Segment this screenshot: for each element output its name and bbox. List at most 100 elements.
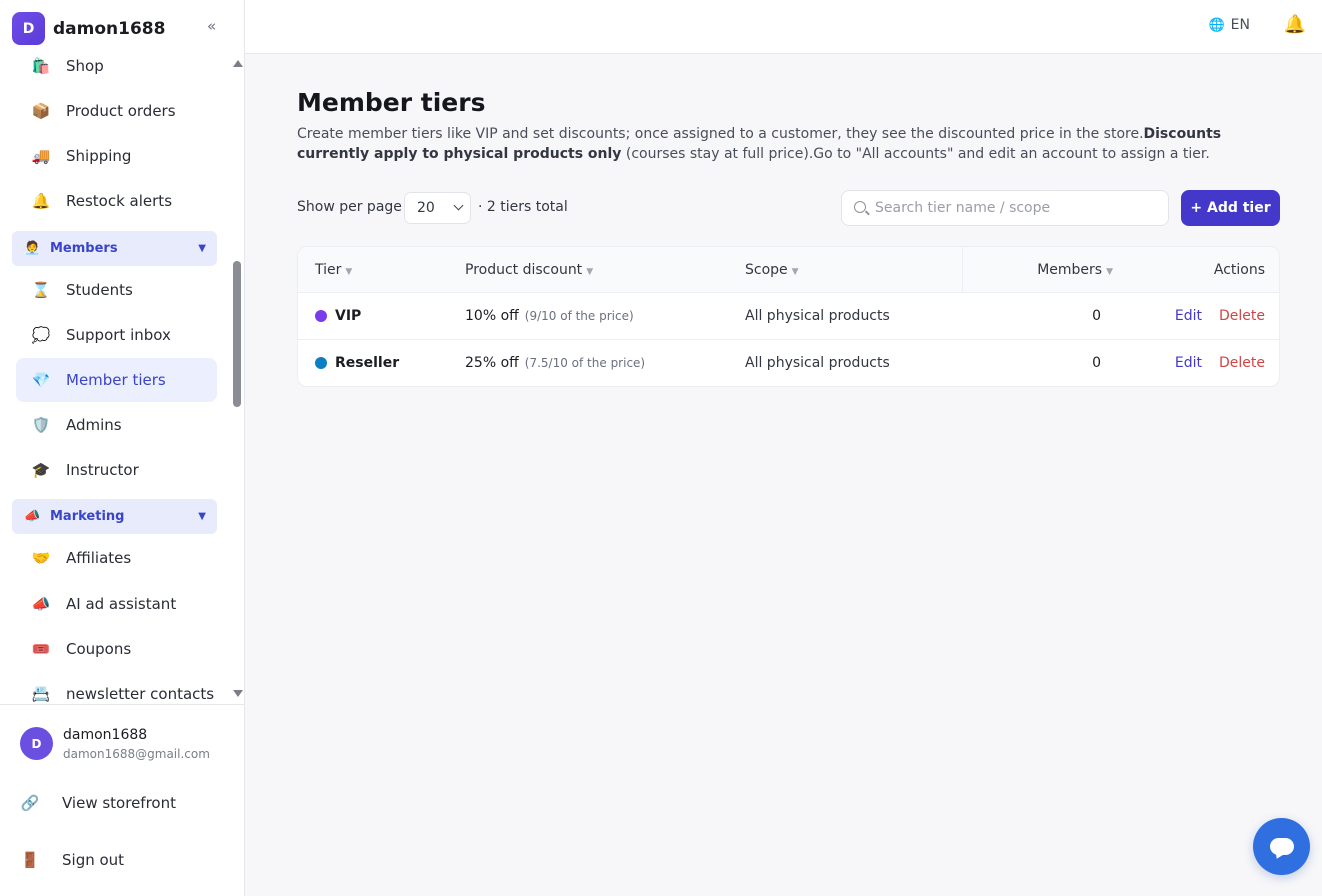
tiers-table: Tier ▼ Product discount ▼ Scope ▼ Members ▼ … bbox=[297, 246, 1280, 387]
sidebar-item-coupons[interactable]: 🎟️ Coupons bbox=[16, 627, 217, 671]
user-name: damon1688 bbox=[63, 727, 148, 743]
edit-button[interactable]: Edit bbox=[1175, 355, 1202, 371]
sort-icon: ▼ bbox=[345, 267, 353, 277]
sidebar-item-affiliates[interactable]: 🤝 Affiliates bbox=[16, 536, 217, 580]
column-header-discount[interactable]: Product discount ▼ bbox=[465, 262, 593, 278]
delete-button[interactable]: Delete bbox=[1219, 355, 1265, 371]
discount-note: (9/10 of the price) bbox=[524, 309, 634, 323]
globe-icon: 🌐 bbox=[1208, 17, 1225, 33]
notifications-bell-icon[interactable]: 🔔 bbox=[1284, 14, 1306, 35]
sidebar-item-newsletter-contacts[interactable]: 📇 newsletter contacts bbox=[16, 672, 217, 702]
gem-icon: 💎 bbox=[31, 371, 51, 389]
tier-scope: All physical products bbox=[745, 308, 890, 324]
sidebar-item-instructor[interactable]: 🎓 Instructor bbox=[16, 448, 217, 492]
chevron-down-icon bbox=[453, 200, 464, 211]
sidebar-item-label: Shop bbox=[66, 57, 104, 75]
megaphone-icon: 📣 bbox=[24, 509, 41, 524]
brand-name: damon1688 bbox=[53, 18, 166, 39]
table-row: VIP 10% off (9/10 of the price) All physi… bbox=[298, 293, 1279, 340]
table-row: Reseller 25% off (7.5/10 of the price) Al… bbox=[298, 340, 1279, 386]
sidebar-item-product-orders[interactable]: 📦 Product orders bbox=[16, 89, 217, 133]
sidebar-item-students[interactable]: ⌛ Students bbox=[16, 268, 217, 312]
footer-link-label: Sign out bbox=[62, 851, 125, 869]
column-header-actions: Actions bbox=[1213, 262, 1265, 278]
tier-scope: All physical products bbox=[745, 355, 890, 371]
ticket-icon: 🎟️ bbox=[31, 640, 51, 658]
sort-icon: ▼ bbox=[586, 267, 594, 277]
per-page-select[interactable]: 20 bbox=[404, 192, 471, 224]
shield-icon: 🛡️ bbox=[31, 416, 51, 434]
sidebar-item-label: AI ad assistant bbox=[66, 595, 177, 613]
tier-color-dot bbox=[315, 357, 327, 369]
column-header-scope[interactable]: Scope ▼ bbox=[745, 262, 799, 278]
tier-members-count: 0 bbox=[1092, 355, 1101, 371]
column-header-members[interactable]: Members ▼ bbox=[1037, 262, 1113, 278]
contacts-icon: 📇 bbox=[31, 685, 51, 702]
page-description: Create member tiers like VIP and set dis… bbox=[297, 124, 1280, 164]
sidebar-footer: D damon1688 damon1688@gmail.com 🔗 View s… bbox=[0, 704, 245, 896]
sidebar-item-label: Instructor bbox=[66, 461, 139, 479]
sort-icon: ▼ bbox=[1106, 267, 1113, 277]
tier-members-count: 0 bbox=[1092, 308, 1101, 324]
language-label: EN bbox=[1230, 17, 1250, 33]
scrollbar-thumb[interactable] bbox=[233, 261, 241, 407]
language-switcher[interactable]: 🌐 EN bbox=[1208, 17, 1250, 33]
table-toolbar: Show per page 20 · 2 tiers total + Add t… bbox=[297, 190, 1280, 226]
sidebar-item-restock-alerts[interactable]: 🔔 Restock alerts bbox=[16, 179, 217, 223]
discount-note: (7.5/10 of the price) bbox=[524, 356, 646, 370]
sidebar-item-label: newsletter contacts bbox=[66, 685, 215, 702]
sign-out-link[interactable]: 🚪 Sign out bbox=[20, 845, 124, 875]
sidebar-group-marketing[interactable]: 📣 Marketing ▼ bbox=[12, 499, 217, 534]
collapse-sidebar-icon[interactable]: « bbox=[207, 19, 216, 34]
search-input[interactable] bbox=[875, 191, 1160, 225]
link-icon: 🔗 bbox=[20, 794, 40, 812]
chat-support-button[interactable] bbox=[1253, 818, 1310, 875]
top-bar: 🌐 EN 🔔 bbox=[245, 0, 1322, 54]
edit-button[interactable]: Edit bbox=[1175, 308, 1202, 324]
chat-icon: 💭 bbox=[31, 326, 51, 344]
caret-down-icon: ▼ bbox=[198, 243, 206, 254]
sidebar-group-label: Members bbox=[50, 241, 118, 256]
brand-avatar: D bbox=[12, 12, 45, 45]
sidebar-nav: 🛍️ Shop 📦 Product orders 🚚 Shipping 🔔 Re… bbox=[0, 50, 245, 702]
sidebar-item-label: Shipping bbox=[66, 147, 132, 165]
add-tier-button[interactable]: + Add tier bbox=[1181, 190, 1280, 226]
sidebar-item-label: Restock alerts bbox=[66, 192, 173, 210]
caret-down-icon: ▼ bbox=[198, 511, 206, 522]
sidebar-item-label: Support inbox bbox=[66, 326, 171, 344]
sidebar: D damon1688 « 🛍️ Shop 📦 Product orders 🚚… bbox=[0, 0, 245, 896]
scroll-up-arrow-icon[interactable] bbox=[233, 60, 243, 67]
sidebar-item-shipping[interactable]: 🚚 Shipping bbox=[16, 134, 217, 178]
bell-icon: 🔔 bbox=[31, 192, 51, 210]
sidebar-item-label: Coupons bbox=[66, 640, 132, 658]
sidebar-item-admins[interactable]: 🛡️ Admins bbox=[16, 403, 217, 447]
tier-name: Reseller bbox=[335, 355, 400, 371]
graduation-cap-icon: 🎓 bbox=[31, 461, 51, 479]
per-page-value: 20 bbox=[417, 200, 435, 216]
search-icon bbox=[854, 201, 866, 213]
sidebar-item-shop[interactable]: 🛍️ Shop bbox=[16, 50, 217, 88]
tier-color-dot bbox=[315, 310, 327, 322]
sidebar-item-support-inbox[interactable]: 💭 Support inbox bbox=[16, 313, 217, 357]
avatar: D bbox=[20, 727, 53, 760]
handshake-icon: 🤝 bbox=[31, 549, 51, 567]
per-page-label: Show per page bbox=[297, 199, 402, 215]
sidebar-group-members[interactable]: 🧑‍💼 Members ▼ bbox=[12, 231, 217, 266]
sidebar-item-label: Admins bbox=[66, 416, 122, 434]
members-icon: 🧑‍💼 bbox=[24, 241, 41, 256]
sidebar-item-member-tiers[interactable]: 💎 Member tiers bbox=[16, 358, 217, 402]
sidebar-item-label: Affiliates bbox=[66, 549, 132, 567]
description-text-continued: (courses stay at full price).Go to "All … bbox=[621, 146, 1210, 162]
scroll-down-arrow-icon[interactable] bbox=[233, 690, 243, 697]
delete-button[interactable]: Delete bbox=[1219, 308, 1265, 324]
view-storefront-link[interactable]: 🔗 View storefront bbox=[20, 788, 176, 818]
sidebar-item-label: Member tiers bbox=[66, 371, 166, 389]
brand: D damon1688 bbox=[12, 12, 165, 45]
megaphone-icon: 📣 bbox=[31, 595, 51, 613]
page-title: Member tiers bbox=[297, 88, 486, 117]
door-icon: 🚪 bbox=[20, 851, 40, 869]
sidebar-item-ai-ad-assistant[interactable]: 📣 AI ad assistant bbox=[16, 582, 217, 626]
tier-discount: 10% off (9/10 of the price) bbox=[465, 308, 634, 324]
sidebar-scrollbar[interactable] bbox=[230, 58, 244, 702]
column-header-tier[interactable]: Tier ▼ bbox=[315, 262, 352, 278]
